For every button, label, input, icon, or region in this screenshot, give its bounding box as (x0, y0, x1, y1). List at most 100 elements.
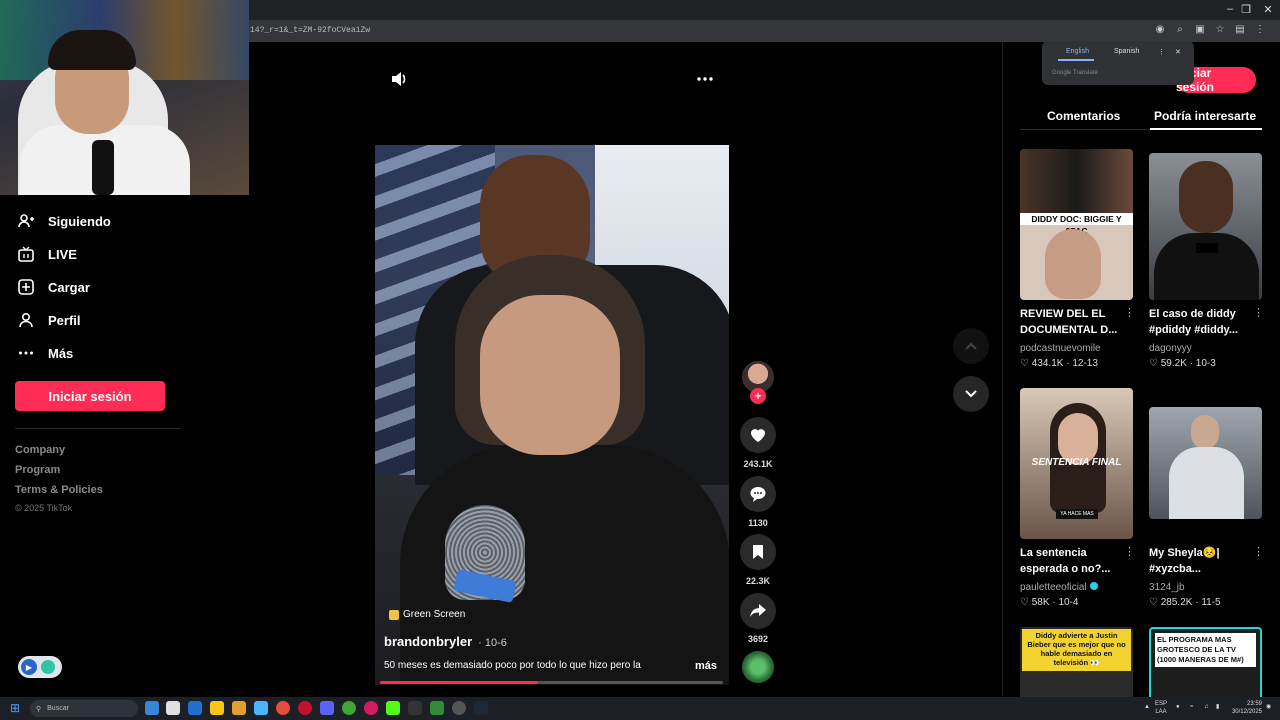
settings-gear-icon[interactable] (452, 701, 466, 715)
translate-icon[interactable]: ◉ (1154, 24, 1166, 35)
card-more-icon[interactable]: ⋮ (1124, 545, 1135, 558)
translate-menu-icon[interactable]: ⋮ (1158, 48, 1165, 56)
cast-icon[interactable]: ▣ (1194, 24, 1206, 35)
previous-video-button[interactable] (953, 328, 989, 364)
card-date: 12-13 (1072, 358, 1098, 369)
card-title[interactable]: REVIEW DEL EL DOCUMENTAL D... (1020, 306, 1120, 338)
sidebar-item-siguiendo[interactable]: Siguiendo (18, 213, 111, 229)
card-more-icon[interactable]: ⋮ (1124, 306, 1135, 319)
follow-plus-button[interactable]: + (750, 388, 766, 404)
card-thumbnail[interactable] (1149, 407, 1262, 519)
card-username[interactable]: dagonyyy (1149, 343, 1192, 354)
media-player-icon[interactable] (364, 701, 378, 715)
webcam-microphone (92, 140, 114, 195)
taskbar-search[interactable]: ⚲ Buscar (30, 700, 138, 717)
taskbar-clock[interactable]: 23:59 30/12/2025 (1228, 700, 1262, 716)
wifi-icon[interactable]: ≈ (1190, 703, 1193, 711)
sidebar-item-live[interactable]: LIVE (18, 246, 77, 262)
zoom-icon[interactable]: ⌕ (1174, 24, 1186, 35)
like-button[interactable] (740, 417, 776, 453)
excel-icon[interactable] (430, 701, 444, 715)
profile-icon (18, 312, 34, 328)
footer-link-terms[interactable]: Terms & Policies (15, 484, 103, 496)
card-username-text: paulette​eoficial (1020, 582, 1087, 593)
microphone-icon[interactable]: ● (1176, 703, 1180, 711)
video-progress-bar[interactable] (380, 681, 723, 684)
sidebar-item-perfil[interactable]: Perfil (18, 312, 81, 328)
obs-icon[interactable] (408, 701, 422, 715)
card-more-icon[interactable]: ⋮ (1253, 306, 1264, 319)
widgets-icon[interactable] (166, 701, 180, 715)
effect-tag[interactable]: Green Screen (389, 609, 465, 620)
sidebar-item-label: Cargar (48, 279, 90, 295)
translate-tab-english[interactable]: English (1066, 48, 1089, 55)
verified-badge-icon (1089, 582, 1098, 590)
upload-plus-icon (18, 279, 34, 295)
language-indicator[interactable]: ESP LAA (1152, 700, 1170, 716)
chevron-down-icon (965, 390, 977, 398)
tray-chevron-icon[interactable]: ▲ (1144, 703, 1150, 711)
card-thumbnail[interactable]: Diddy advierte a Justin Bieber que es me… (1020, 627, 1133, 697)
comment-count: 1130 (748, 518, 768, 528)
caption-more-link[interactable]: más (695, 660, 717, 672)
file-explorer-icon[interactable] (232, 701, 246, 715)
volume-icon[interactable] (390, 70, 408, 93)
save-button[interactable] (740, 534, 776, 570)
steam-icon[interactable] (474, 701, 488, 715)
tab-comentarios[interactable]: Comentarios (1047, 109, 1120, 123)
card-title[interactable]: La sentencia esperada o no?... (1020, 545, 1120, 577)
maximize-button[interactable]: ❐ (1236, 3, 1256, 16)
notifications-icon[interactable]: ◉ (1266, 703, 1271, 711)
card-thumbnail[interactable] (1149, 153, 1262, 300)
login-button[interactable]: Iniciar sesión (15, 381, 165, 411)
discord-icon[interactable] (320, 701, 334, 715)
right-panel-divider (1002, 42, 1003, 696)
translate-tab-spanish[interactable]: Spanish (1114, 48, 1139, 55)
video-options-icon[interactable] (696, 70, 714, 93)
sticky-notes-icon[interactable] (210, 701, 224, 715)
author-name[interactable]: brandonbryler (384, 634, 472, 649)
video-creator-face (480, 295, 620, 455)
opera-icon[interactable] (298, 701, 312, 715)
video-author[interactable]: brandonbryler · 10-6 (384, 634, 507, 649)
sidebar-divider (15, 428, 180, 429)
next-video-button[interactable] (953, 376, 989, 412)
browser-edge-icon[interactable] (254, 701, 268, 715)
close-window-button[interactable]: ✕ (1258, 3, 1278, 16)
battery-icon[interactable]: ▮ (1216, 703, 1219, 711)
chrome-icon[interactable] (276, 701, 290, 715)
footer-link-program[interactable]: Program (15, 464, 60, 476)
sidebar-item-mas[interactable]: Más (18, 345, 73, 361)
card-likes: 58K (1031, 597, 1050, 608)
card-more-icon[interactable]: ⋮ (1253, 545, 1264, 558)
card-thumbnail[interactable]: EL PROGRAMA MAS GROTESCO DE LA TV (1000 … (1149, 627, 1262, 697)
sidebar-item-cargar[interactable]: Cargar (18, 279, 90, 295)
floating-widget-toggle[interactable]: ▶ (18, 656, 62, 678)
tab-podria-interesarte[interactable]: Podría interesarte (1154, 109, 1256, 123)
task-view-icon[interactable] (145, 701, 159, 715)
card-thumbnail[interactable]: SENTENCIA FINAL YA HACE MAS (1020, 388, 1133, 539)
widget-power-icon (41, 660, 55, 674)
card-title[interactable]: El caso de diddy #pdiddy #diddy... (1149, 306, 1249, 338)
windows-start-icon[interactable]: ⊞ (10, 701, 20, 715)
translate-close-icon[interactable]: ✕ (1175, 48, 1181, 56)
card-username[interactable]: podcastnuevomile (1020, 343, 1101, 354)
kick-icon[interactable] (386, 701, 400, 715)
extensions-icon[interactable]: ▤ (1234, 24, 1246, 35)
share-button[interactable] (740, 593, 776, 629)
card-username[interactable]: 3124_jb (1149, 582, 1185, 593)
footer-link-company[interactable]: Company (15, 444, 65, 456)
volume-tray-icon[interactable]: ♫ (1204, 703, 1209, 711)
outlook-icon[interactable] (188, 701, 202, 715)
card-thumbnail[interactable]: DIDDY DOC: BIGGIE Y 2PAC (1020, 149, 1133, 300)
video-player[interactable]: Green Screen brandonbryler · 10-6 50 mese… (375, 145, 729, 685)
menu-kebab-icon[interactable]: ⋮ (1254, 24, 1266, 35)
card-username[interactable]: paulette​eoficial (1020, 582, 1098, 593)
star-icon[interactable]: ☆ (1214, 24, 1226, 35)
effect-icon (389, 609, 399, 620)
xbox-icon[interactable] (342, 701, 356, 715)
comment-button[interactable] (740, 476, 776, 512)
music-disc-icon[interactable] (742, 651, 774, 683)
card-title[interactable]: My Sheyla😣| #xyzcba... (1149, 545, 1249, 577)
url-text[interactable]: 14?_r=1&_t=ZM-92foCVea1Zw (250, 26, 370, 35)
